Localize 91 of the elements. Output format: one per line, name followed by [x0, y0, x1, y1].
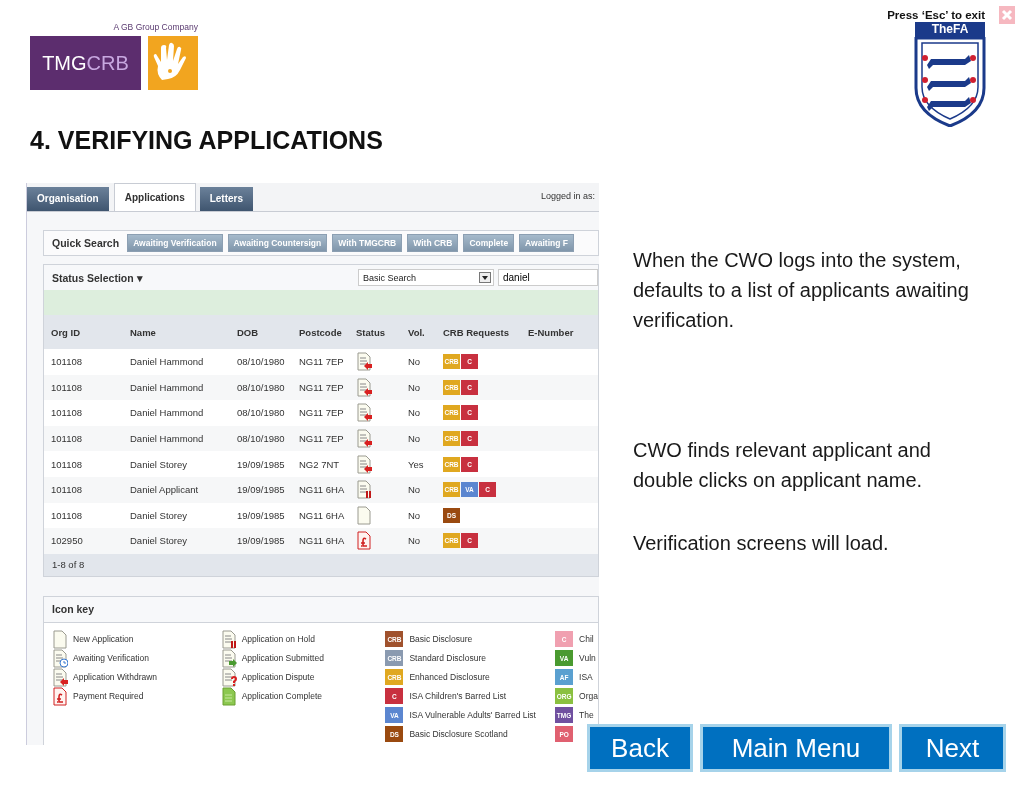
table-cell: 19/09/1985 [237, 509, 285, 521]
legend-label: Application on Hold [241, 634, 315, 645]
legend-label: ISA Children's Barred List [409, 691, 506, 702]
legend-label: Basic Disclosure Scotland [409, 729, 508, 740]
tab[interactable]: Organisation [27, 187, 109, 211]
table-cell: 08/10/1980 [237, 381, 285, 393]
legend-label: Standard Disclosure [409, 653, 486, 664]
table-cell: NG2 7NT [299, 458, 340, 470]
legend-label: Awaiting Verification [73, 653, 149, 664]
table-cell: Daniel Hammond [130, 381, 204, 393]
table-cell: NG11 7EP [299, 381, 344, 393]
legend-label: Orga [579, 691, 598, 702]
column-header[interactable]: E-Number [521, 315, 598, 349]
crest-label: TheFA [915, 22, 985, 37]
status-selection-menu[interactable]: Status Selection ▾ [52, 271, 143, 284]
company-logo: TMGCRB [30, 36, 141, 90]
legend-label: ISA Vulnerable Adults' Barred List [409, 710, 536, 721]
column-header[interactable]: Postcode [292, 315, 349, 349]
column-header[interactable]: CRB Requests [436, 315, 521, 349]
legend-label: Application Submitted [241, 653, 324, 664]
table-cell: NG11 6HA [299, 509, 345, 521]
nav-button[interactable]: Main Menu [700, 724, 892, 772]
legend-label: The [579, 710, 594, 721]
crest-icon [913, 37, 987, 127]
table-cell: 08/10/1980 [237, 433, 285, 445]
table-cell: 08/10/1980 [237, 407, 285, 419]
table-cell: No [408, 381, 421, 393]
tab[interactable]: Letters [199, 187, 254, 211]
search-type-dropdown[interactable]: Basic Search [358, 269, 494, 286]
column-header[interactable]: Org ID [44, 315, 123, 349]
table-cell: 101108 [51, 484, 82, 496]
table-cell: 101108 [51, 356, 82, 368]
company-tagline: A GB Group Company [113, 22, 198, 32]
search-field[interactable]: daniel [498, 269, 598, 286]
tab[interactable]: Applications [113, 183, 196, 211]
table-cell: 101108 [51, 458, 82, 470]
table-cell: 19/09/1985 [237, 458, 285, 470]
exit-hint: Press ‘Esc’ to exit [887, 9, 985, 21]
table-cell: No [408, 356, 421, 368]
table-cell: Daniel Hammond [130, 433, 204, 445]
icon-key-title: Icon key [52, 603, 95, 616]
table-cell: No [408, 535, 421, 547]
table-cell: Daniel Hammond [130, 407, 204, 419]
legend-label: Application Complete [241, 691, 322, 702]
table-cell: Yes [408, 458, 424, 470]
column-header[interactable]: Vol. [401, 315, 436, 349]
table-cell: 19/09/1985 [237, 484, 285, 496]
legend-label: Enhanced Disclosure [409, 672, 490, 683]
nav-button[interactable]: Next [899, 724, 1006, 772]
logged-in-label: Logged in as: [540, 191, 595, 201]
instruction-text: CWO finds relevant applicant and double clicks on applicant name. [633, 438, 932, 493]
table-cell: NG11 6HA [299, 535, 345, 547]
table-cell: Daniel Hammond [130, 356, 204, 368]
legend-label: Chil [579, 634, 594, 645]
table-cell: 101108 [51, 381, 82, 393]
legend-label: Application Withdrawn [73, 672, 158, 683]
table-cell: No [408, 484, 421, 496]
table-cell: NG11 6HA [299, 484, 345, 496]
table-cell: Daniel Storey [130, 535, 188, 547]
table-cell: No [408, 509, 421, 521]
table-cell: Daniel Storey [130, 458, 188, 470]
legend-label: Vuln [579, 653, 596, 664]
table-cell: No [408, 433, 421, 445]
table-cell: NG11 7EP [299, 407, 344, 419]
instruction-text: When the CWO logs into the system, defaults to a list of applicants awaiting verification. [633, 248, 970, 333]
table-cell: 101108 [51, 407, 82, 419]
table-cell: 101108 [51, 509, 82, 521]
table-cell: Daniel Storey [130, 509, 188, 521]
column-header[interactable]: DOB [230, 315, 292, 349]
table-cell: NG11 7EP [299, 433, 344, 445]
legend-label: Payment Required [73, 691, 144, 702]
legend-label: Application Dispute [241, 672, 315, 683]
table-cell: NG11 7EP [299, 356, 344, 368]
instruction-text: Verification screens will load. [633, 531, 890, 556]
table-cell: 19/09/1985 [237, 535, 285, 547]
hand-icon [148, 36, 198, 90]
column-header[interactable]: Status [349, 315, 401, 349]
table-cell: 101108 [51, 433, 82, 445]
legend-label: Basic Disclosure [409, 634, 473, 645]
legend-label: New Application [73, 634, 134, 645]
page-count: 1-8 of 8 [52, 559, 85, 571]
quick-search-label: Quick Search [52, 237, 120, 249]
slide-title: 4. VERIFYING APPLICATIONS [30, 126, 383, 155]
nav-button[interactable]: Back [587, 724, 693, 772]
table-cell: 102950 [51, 535, 83, 547]
table-cell: 08/10/1980 [237, 356, 285, 368]
legend-label: ISA [579, 672, 593, 683]
table-cell: No [408, 407, 421, 419]
column-header[interactable]: Name [123, 315, 230, 349]
table-cell: Daniel Applicant [130, 484, 199, 496]
close-icon [999, 6, 1015, 24]
